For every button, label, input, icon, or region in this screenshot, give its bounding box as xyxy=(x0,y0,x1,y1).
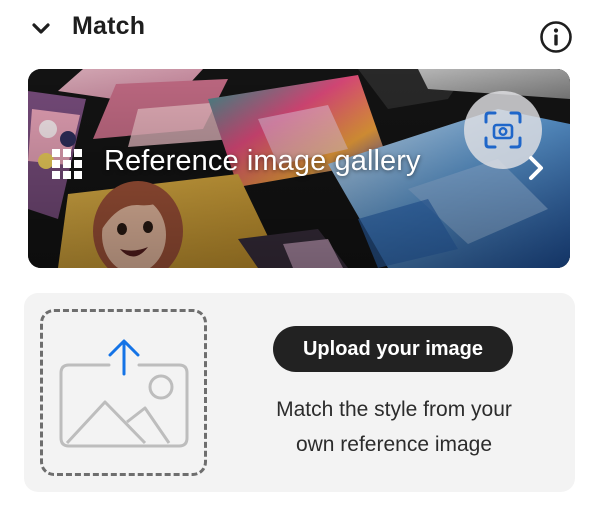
match-header: Match xyxy=(0,0,596,62)
upload-image-button[interactable]: Upload your image xyxy=(273,326,513,372)
image-upload-icon xyxy=(59,339,189,448)
reference-gallery-banner[interactable]: Reference image gallery xyxy=(28,69,570,268)
upload-description: Match the style from your own reference … xyxy=(249,392,539,462)
upload-card: Upload your image Match the style from y… xyxy=(24,293,575,492)
match-panel: Match Reference image gallery Upload you… xyxy=(0,0,596,520)
info-icon[interactable] xyxy=(539,20,573,54)
upload-description-line: Match the style from your xyxy=(276,398,512,421)
gallery-label: Reference image gallery xyxy=(104,145,421,177)
visual-search-icon xyxy=(484,111,522,149)
section-title: Match xyxy=(72,12,146,40)
upload-dropzone[interactable] xyxy=(40,309,207,476)
grid-icon xyxy=(52,149,82,179)
chevron-down-icon[interactable] xyxy=(28,16,54,42)
chevron-right-icon[interactable] xyxy=(525,153,547,183)
upload-description-line: own reference image xyxy=(295,433,493,456)
